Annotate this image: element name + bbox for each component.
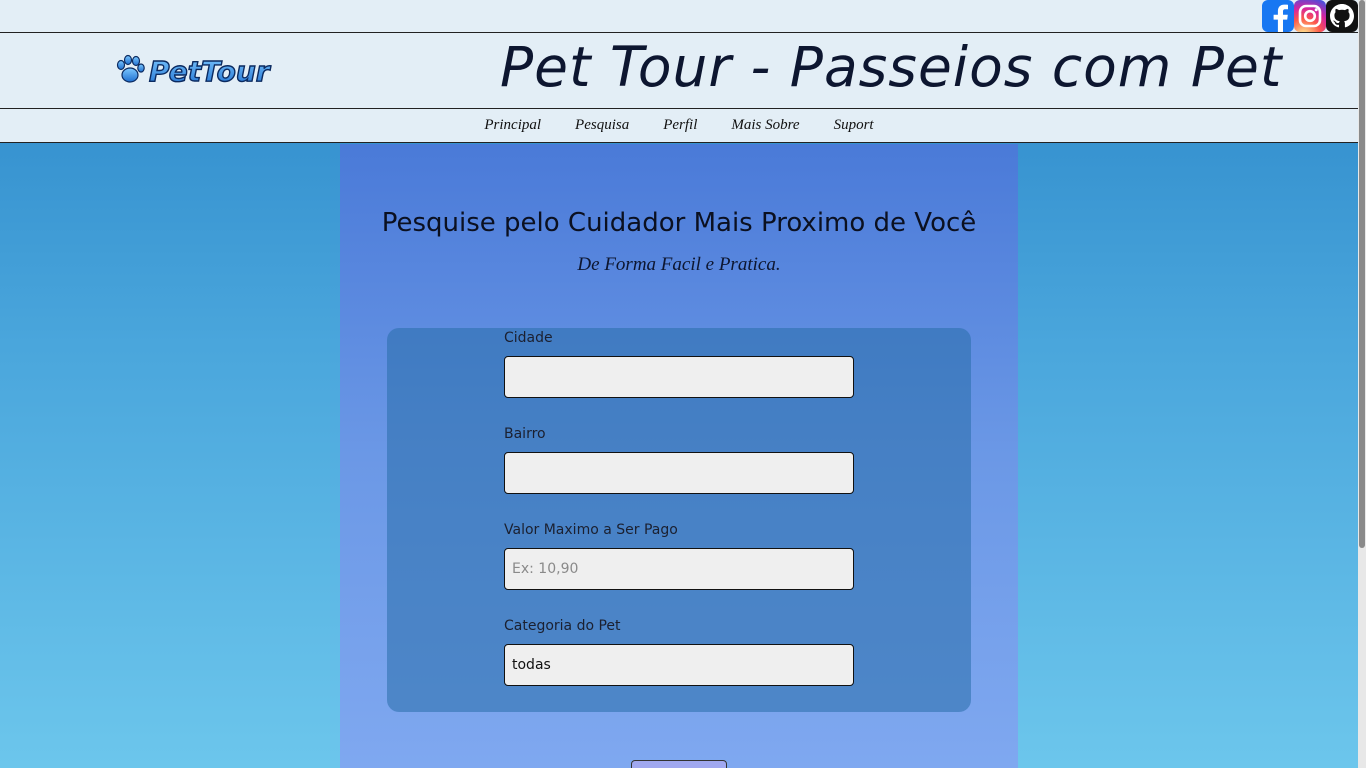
search-panel: Pesquise pelo Cuidador Mais Proximo de V… (340, 144, 1018, 768)
nav-item-perfil[interactable]: Perfil (663, 117, 697, 134)
categoria-label: Categoria do Pet (504, 618, 621, 634)
search-form: Cidade Bairro Valor Maximo a Ser Pago Ca… (387, 328, 971, 712)
valor-label: Valor Maximo a Ser Pago (504, 522, 678, 538)
cidade-input[interactable] (504, 356, 854, 398)
svg-text:PetTour: PetTour (149, 55, 272, 88)
nav-item-suport[interactable]: Suport (834, 117, 874, 134)
facebook-link[interactable] (1262, 0, 1294, 32)
page-subtitle: De Forma Facil e Pratica. (577, 254, 781, 275)
paw-icon (116, 54, 145, 83)
social-strip (0, 0, 1358, 32)
main-nav: Principal Pesquisa Perfil Mais Sobre Sup… (0, 109, 1358, 143)
page-title: Pesquise pelo Cuidador Mais Proximo de V… (381, 208, 977, 238)
nav-item-pesquisa[interactable]: Pesquisa (575, 117, 629, 134)
valor-input[interactable] (504, 548, 854, 590)
nav-item-mais-sobre[interactable]: Mais Sobre (731, 117, 799, 134)
bairro-label: Bairro (504, 426, 546, 442)
site-header: PetTour Pet Tour - Passeios com Pet (0, 32, 1358, 109)
scrollbar-thumb[interactable] (1359, 0, 1365, 548)
bairro-input[interactable] (504, 452, 854, 494)
search-button[interactable] (631, 760, 727, 768)
instagram-icon (1298, 4, 1322, 28)
nav-item-principal[interactable]: Principal (484, 117, 541, 134)
site-title: Pet Tour - Passeios com Pet (500, 35, 1283, 99)
github-link[interactable] (1326, 0, 1358, 32)
pettour-logo[interactable]: PetTour (113, 51, 273, 91)
instagram-link[interactable] (1294, 0, 1326, 32)
scrollbar[interactable] (1358, 0, 1366, 768)
facebook-icon (1273, 4, 1288, 32)
cidade-label: Cidade (504, 330, 553, 346)
categoria-input[interactable] (504, 644, 854, 686)
github-icon (1326, 0, 1358, 32)
